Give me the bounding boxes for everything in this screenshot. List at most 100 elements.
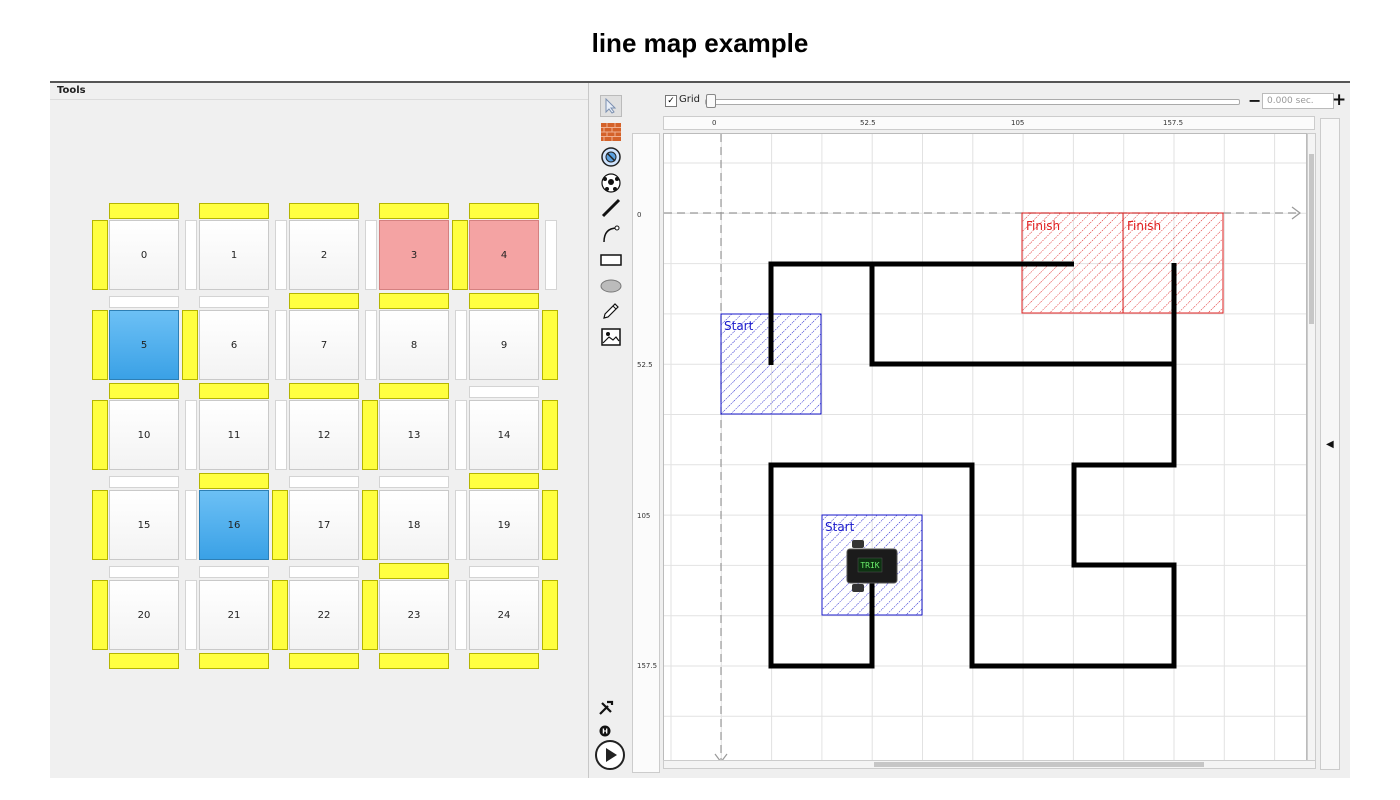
grid-cell[interactable]: 2 xyxy=(289,220,359,290)
wall-slot-horizontal[interactable] xyxy=(469,386,539,398)
grid-cell[interactable]: 15 xyxy=(109,490,179,560)
horizontal-scrollbar[interactable] xyxy=(663,760,1316,769)
wall-vertical[interactable] xyxy=(182,310,198,380)
wall-icon[interactable] xyxy=(600,121,622,143)
wall-horizontal[interactable] xyxy=(469,653,539,669)
wall-slot-vertical[interactable] xyxy=(455,400,467,470)
wall-horizontal[interactable] xyxy=(109,383,179,399)
grid-cell[interactable]: 10 xyxy=(109,400,179,470)
wall-horizontal[interactable] xyxy=(379,203,449,219)
wall-vertical[interactable] xyxy=(92,220,108,290)
wall-slot-vertical[interactable] xyxy=(365,310,377,380)
time-slider[interactable] xyxy=(705,99,1240,105)
grid-cell[interactable]: 6 xyxy=(199,310,269,380)
grid-cell[interactable]: 17 xyxy=(289,490,359,560)
wall-horizontal[interactable] xyxy=(289,293,359,309)
wall-horizontal[interactable] xyxy=(199,653,269,669)
zoom-in-button[interactable]: + xyxy=(1332,90,1346,110)
zoom-out-button[interactable]: − xyxy=(1248,91,1261,110)
skittle-icon[interactable] xyxy=(600,146,622,168)
grid-cell[interactable]: 3 xyxy=(379,220,449,290)
wall-vertical[interactable] xyxy=(362,580,378,650)
wall-vertical[interactable] xyxy=(542,400,558,470)
grid-cell[interactable]: 4 xyxy=(469,220,539,290)
collapse-arrow-icon[interactable]: ◀ xyxy=(1326,439,1334,450)
wall-horizontal[interactable] xyxy=(109,653,179,669)
wall-horizontal[interactable] xyxy=(379,653,449,669)
run-icon[interactable] xyxy=(594,739,626,775)
ball-icon[interactable] xyxy=(600,172,622,194)
wall-vertical[interactable] xyxy=(92,580,108,650)
grid-cell[interactable]: 9 xyxy=(469,310,539,380)
grid-cell[interactable]: 13 xyxy=(379,400,449,470)
scene-canvas[interactable]: Start Start Finish Finish TRIK xyxy=(663,133,1307,765)
wall-horizontal[interactable] xyxy=(379,383,449,399)
wall-slot-horizontal[interactable] xyxy=(289,566,359,578)
grid-cell[interactable]: 21 xyxy=(199,580,269,650)
grid-cell[interactable]: 20 xyxy=(109,580,179,650)
wall-horizontal[interactable] xyxy=(199,203,269,219)
wall-slot-vertical[interactable] xyxy=(545,220,557,290)
grid-cell[interactable]: 24 xyxy=(469,580,539,650)
grid-cell[interactable]: 8 xyxy=(379,310,449,380)
wall-horizontal[interactable] xyxy=(199,383,269,399)
curve-icon[interactable] xyxy=(600,223,622,245)
wall-vertical[interactable] xyxy=(362,490,378,560)
wall-slot-horizontal[interactable] xyxy=(199,566,269,578)
time-slider-handle[interactable] xyxy=(706,94,716,108)
wall-slot-vertical[interactable] xyxy=(455,310,467,380)
grid-cell[interactable]: 7 xyxy=(289,310,359,380)
wall-horizontal[interactable] xyxy=(379,563,449,579)
wall-slot-horizontal[interactable] xyxy=(289,476,359,488)
grid-cell[interactable]: 11 xyxy=(199,400,269,470)
wall-slot-vertical[interactable] xyxy=(455,490,467,560)
wall-slot-vertical[interactable] xyxy=(365,220,377,290)
vertical-scrollbar-thumb[interactable] xyxy=(1309,154,1314,324)
grid-cell[interactable]: 0 xyxy=(109,220,179,290)
wall-vertical[interactable] xyxy=(272,580,288,650)
settings-icon[interactable] xyxy=(598,700,614,720)
wall-slot-vertical[interactable] xyxy=(275,400,287,470)
wall-horizontal[interactable] xyxy=(289,383,359,399)
wall-slot-vertical[interactable] xyxy=(275,310,287,380)
pencil-icon[interactable] xyxy=(600,300,622,322)
grid-cell[interactable]: 16 xyxy=(199,490,269,560)
wall-slot-horizontal[interactable] xyxy=(379,476,449,488)
wall-horizontal[interactable] xyxy=(469,293,539,309)
grid-cell[interactable]: 22 xyxy=(289,580,359,650)
wall-horizontal[interactable] xyxy=(469,473,539,489)
wall-vertical[interactable] xyxy=(362,400,378,470)
wall-horizontal[interactable] xyxy=(289,653,359,669)
wall-slot-vertical[interactable] xyxy=(185,220,197,290)
cursor-icon[interactable] xyxy=(600,95,622,117)
side-panel[interactable]: ◀ xyxy=(1320,118,1340,770)
wall-horizontal[interactable] xyxy=(469,203,539,219)
line-icon[interactable] xyxy=(600,197,622,219)
grid-cell[interactable]: 23 xyxy=(379,580,449,650)
wall-vertical[interactable] xyxy=(272,490,288,560)
wall-slot-horizontal[interactable] xyxy=(199,296,269,308)
wall-slot-horizontal[interactable] xyxy=(109,296,179,308)
wall-slot-horizontal[interactable] xyxy=(109,476,179,488)
time-field[interactable]: 0.000 sec. xyxy=(1262,93,1334,109)
wall-horizontal[interactable] xyxy=(109,203,179,219)
wall-vertical[interactable] xyxy=(92,490,108,560)
wall-vertical[interactable] xyxy=(452,220,468,290)
grid-cell[interactable]: 1 xyxy=(199,220,269,290)
image-icon[interactable] xyxy=(600,326,622,348)
vertical-scrollbar[interactable] xyxy=(1307,133,1316,765)
wall-vertical[interactable] xyxy=(542,580,558,650)
wall-slot-horizontal[interactable] xyxy=(469,566,539,578)
grid-checkbox[interactable]: ✓ xyxy=(665,95,677,107)
grid-cell[interactable]: 18 xyxy=(379,490,449,560)
grid-cell[interactable]: 5 xyxy=(109,310,179,380)
wall-horizontal[interactable] xyxy=(199,473,269,489)
wall-slot-vertical[interactable] xyxy=(185,400,197,470)
wall-slot-horizontal[interactable] xyxy=(109,566,179,578)
grid-cell[interactable]: 12 xyxy=(289,400,359,470)
rectangle-icon[interactable] xyxy=(600,249,622,271)
wall-vertical[interactable] xyxy=(92,310,108,380)
grid-cell[interactable]: 14 xyxy=(469,400,539,470)
wall-slot-vertical[interactable] xyxy=(455,580,467,650)
wall-slot-vertical[interactable] xyxy=(275,220,287,290)
